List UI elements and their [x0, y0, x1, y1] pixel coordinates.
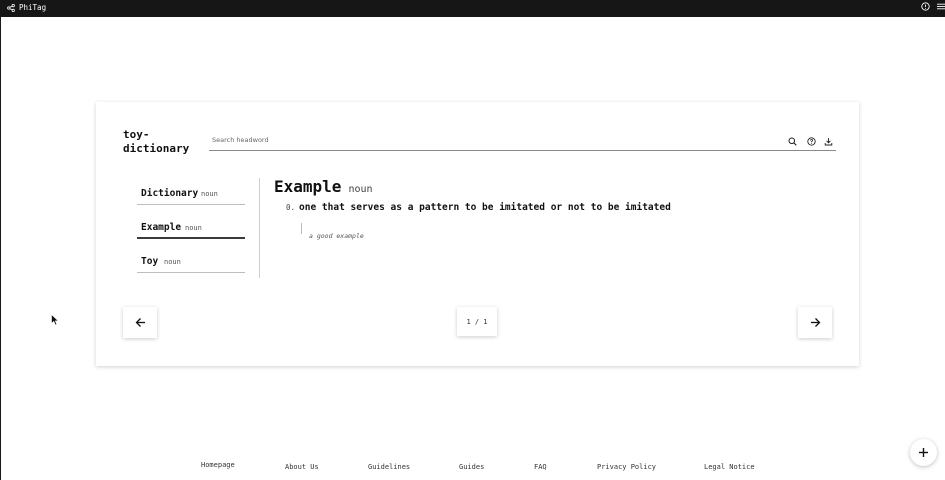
- entry-part-of-speech: noun: [348, 184, 373, 195]
- sense-row: 0. one that serves as a pattern to be im…: [286, 202, 671, 213]
- next-page-button[interactable]: [798, 307, 832, 338]
- top-navigation-bar: PhiTag: [0, 0, 945, 17]
- entry-header: Example noun: [274, 177, 373, 196]
- sense-number: 0.: [286, 203, 296, 212]
- dictionary-title: toy- dictionary: [123, 128, 203, 156]
- footer-link-guidelines[interactable]: Guidelines: [368, 463, 410, 471]
- list-item-dictionary[interactable]: Dictionary noun: [137, 178, 245, 205]
- menu-icon[interactable]: [936, 2, 945, 11]
- sense-example: a good example: [301, 223, 364, 240]
- list-item-pos: noun: [185, 224, 202, 232]
- sense-example-text: a good example: [309, 232, 364, 240]
- sense-definition: one that serves as a pattern to be imita…: [299, 202, 671, 213]
- footer-link-legal-notice[interactable]: Legal Notice: [704, 463, 755, 471]
- list-item-example[interactable]: Example noun: [137, 212, 245, 239]
- list-item-word: Example: [141, 222, 182, 233]
- footer-link-privacy-policy[interactable]: Privacy Policy: [597, 463, 656, 471]
- list-item-pos: noun: [164, 258, 181, 266]
- footer-link-about-us[interactable]: About Us: [285, 463, 319, 471]
- list-item-word: Dictionary: [141, 188, 199, 199]
- page-indicator-text: 1 / 1: [466, 317, 488, 326]
- left-edge-line: [0, 17, 1, 480]
- download-icon[interactable]: [823, 136, 834, 147]
- footer-link-guides[interactable]: Guides: [459, 463, 484, 471]
- dictionary-title-text: toy- dictionary: [123, 128, 190, 155]
- footer-link-faq[interactable]: FAQ: [534, 463, 547, 471]
- arrow-right-icon: [810, 313, 821, 332]
- brand-label: PhiTag: [19, 3, 47, 12]
- add-button[interactable]: [910, 439, 937, 466]
- list-item-toy[interactable]: Toy noun: [137, 246, 245, 273]
- page-indicator: 1 / 1: [457, 307, 497, 336]
- vertical-divider: [259, 178, 260, 278]
- help-icon[interactable]: [806, 136, 817, 147]
- entry-headword: Example: [274, 177, 342, 196]
- list-item-word: Toy: [141, 256, 159, 267]
- search-input[interactable]: [212, 136, 772, 144]
- search-bar: [209, 132, 836, 151]
- mouse-cursor-icon: [51, 311, 60, 330]
- dictionary-card: toy- dictionary Diction: [96, 102, 859, 366]
- arrow-left-icon: [135, 313, 146, 332]
- help-circle-icon[interactable]: [921, 2, 930, 11]
- previous-page-button[interactable]: [123, 307, 157, 338]
- plus-icon: [918, 443, 929, 462]
- search-icon[interactable]: [787, 136, 798, 147]
- brand-link[interactable]: PhiTag: [7, 3, 46, 12]
- share-icon: [7, 3, 15, 12]
- footer-link-homepage[interactable]: Homepage: [201, 461, 235, 469]
- headword-list: Dictionary noun Example noun Toy noun: [137, 178, 245, 280]
- list-item-pos: noun: [201, 190, 218, 198]
